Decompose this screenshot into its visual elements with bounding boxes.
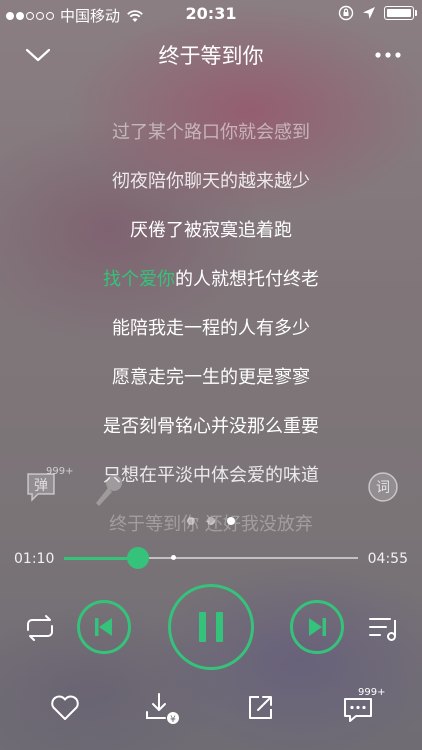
rotation-lock-icon	[338, 5, 354, 21]
share-button[interactable]	[242, 690, 278, 726]
current-lyric-line: 找个爱你的人就想托付终老	[0, 255, 422, 304]
bottom-action-bar: ¥ 999+	[0, 687, 422, 730]
lyric-line: 是否刻骨铭心并没那么重要	[103, 416, 319, 437]
page-dot	[207, 517, 215, 525]
more-options-button[interactable]	[370, 42, 406, 68]
previous-button[interactable]	[77, 600, 131, 654]
page-dot	[187, 517, 195, 525]
lyric-line: 愿意走完一生的更是寥寥	[112, 367, 310, 388]
chevron-down-icon	[25, 48, 51, 62]
lyric-mode-label: 词	[376, 480, 390, 496]
skip-next-icon	[309, 618, 326, 636]
buffer-marker	[170, 555, 176, 560]
lyrics-panel[interactable]: 过了某个路口你就会感到 彻夜陪你聊天的越来越少 厌倦了被寂寞追着跑 找个爱你的人…	[0, 108, 422, 549]
lyric-line: 彻夜陪你聊天的越来越少	[112, 171, 310, 192]
lyric-line: 厌倦了被寂寞追着跑	[130, 220, 292, 241]
playlist-icon	[369, 618, 396, 641]
share-icon	[249, 696, 272, 719]
lyric-icon: 词	[368, 472, 398, 502]
total-time: 04:55	[367, 551, 408, 567]
skip-previous-icon	[95, 618, 112, 636]
collapse-button[interactable]	[22, 42, 54, 68]
like-button[interactable]	[47, 690, 83, 726]
repeat-icon	[27, 615, 53, 641]
sung-portion: 找个爱你	[103, 269, 175, 290]
lyric-line: 过了某个路口你就会感到	[112, 122, 310, 143]
pause-button[interactable]	[168, 584, 254, 670]
heart-icon	[51, 695, 79, 720]
unsung-portion: 的人就想托付终老	[175, 269, 319, 290]
lyrics-mode-button[interactable]: 词	[366, 470, 402, 506]
microphone-icon	[96, 475, 122, 506]
player-header: 终于等到你	[0, 30, 422, 78]
svg-text:¥: ¥	[170, 715, 176, 725]
elapsed-time: 01:10	[14, 551, 55, 567]
danmu-count: 999+	[46, 466, 74, 477]
karaoke-button[interactable]	[88, 470, 128, 510]
next-button[interactable]	[290, 600, 344, 654]
comment-count: 999+	[358, 687, 386, 698]
lyric-line: 能陪我走一程的人有多少	[112, 318, 310, 339]
page-indicator	[0, 517, 422, 525]
song-title: 终于等到你	[158, 44, 264, 68]
status-bar: 中国移动 20:31	[0, 0, 422, 28]
playlist-button[interactable]	[366, 612, 402, 644]
pause-icon	[199, 612, 223, 642]
progress-bar[interactable]	[64, 547, 358, 569]
repeat-mode-button[interactable]	[22, 612, 58, 644]
danmu-button[interactable]: 弹 999+	[24, 466, 73, 506]
danmu-label: 弹	[34, 478, 48, 494]
download-button[interactable]: ¥	[143, 690, 179, 726]
page-dot-active	[227, 517, 235, 525]
download-paid-icon: ¥	[146, 693, 179, 725]
more-dots-icon	[375, 52, 401, 58]
location-icon	[363, 7, 375, 19]
battery-icon	[384, 6, 417, 20]
